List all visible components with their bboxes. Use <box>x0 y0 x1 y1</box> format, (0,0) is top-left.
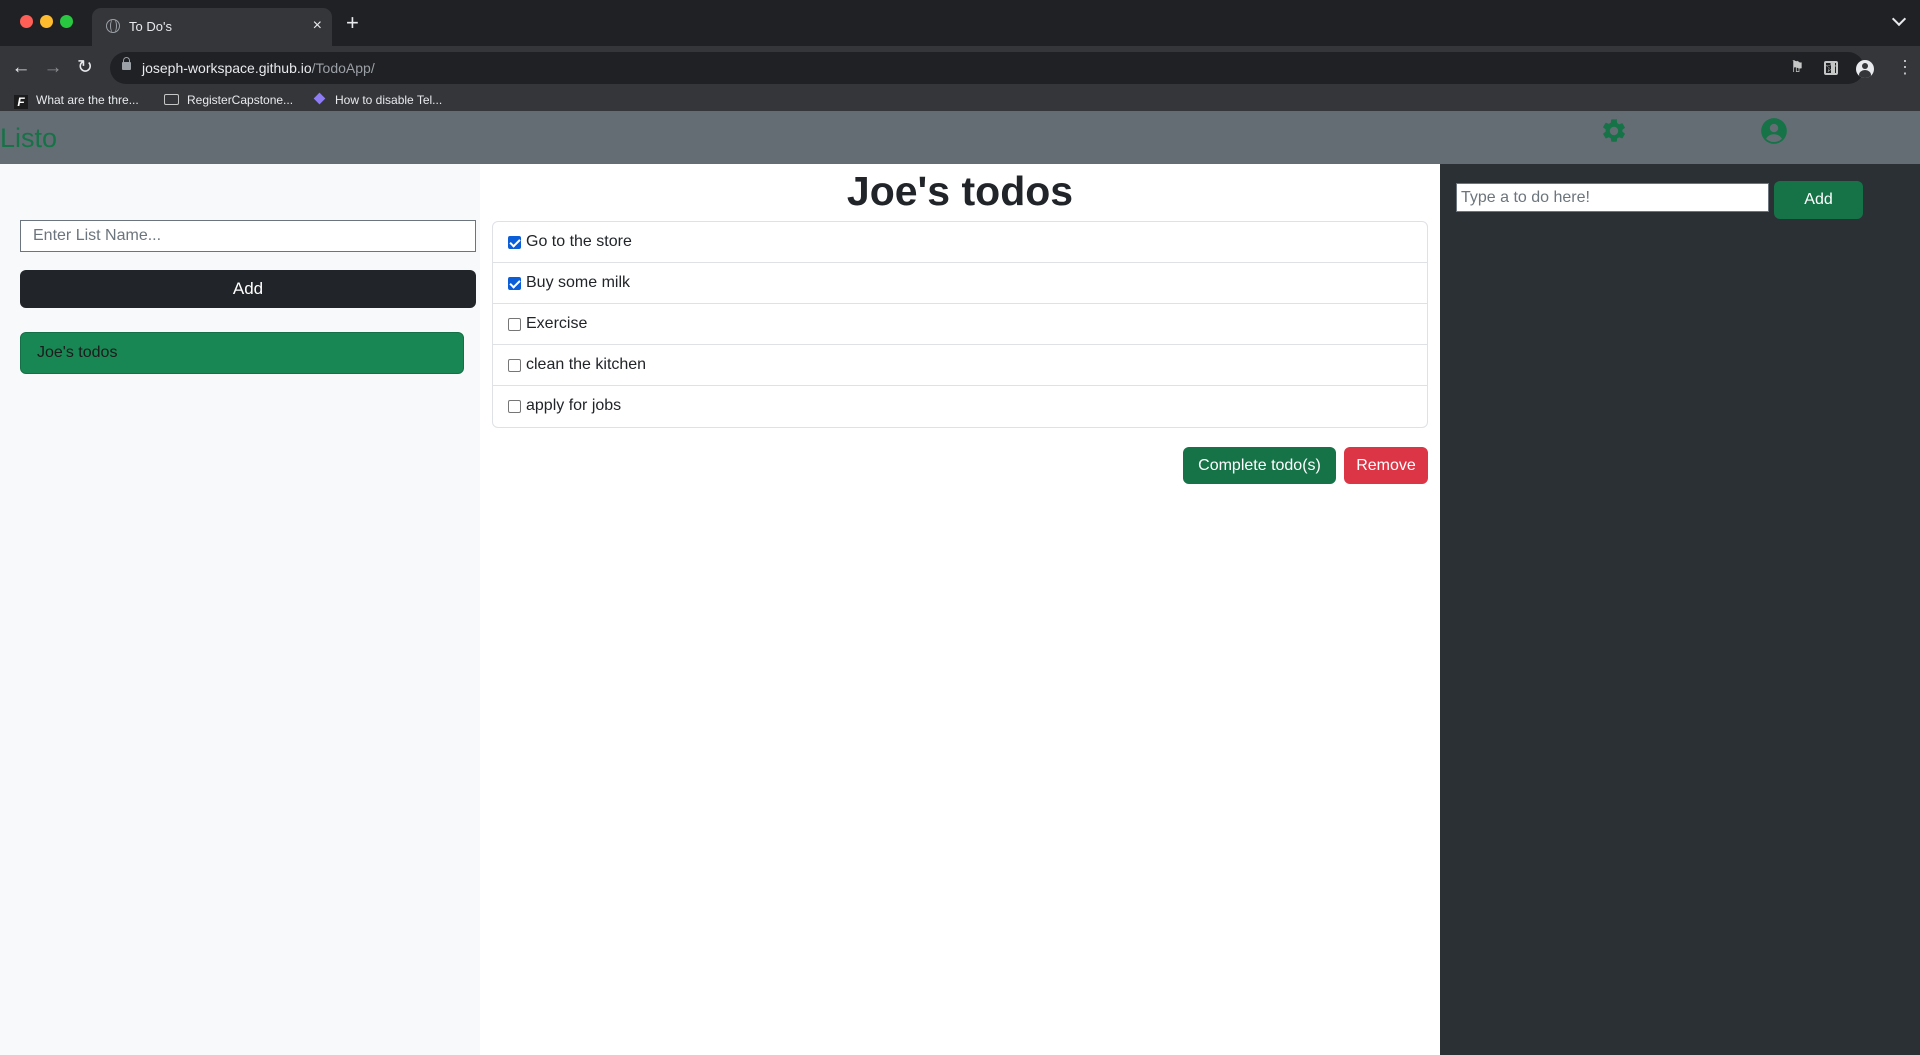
todo-item: Buy some milk <box>493 263 1427 304</box>
todo-main: Joe's todos Go to the store Buy some mil… <box>480 164 1440 1055</box>
folder-icon <box>164 94 179 105</box>
todo-checkbox[interactable] <box>508 318 521 331</box>
address-bar[interactable]: joseph-workspace.github.io/TodoApp/ ⇧ ☆ <box>110 52 1864 84</box>
tab-title: To Do's <box>129 19 172 34</box>
forward-arrow-icon[interactable]: → <box>41 56 65 80</box>
todo-checkbox[interactable] <box>508 277 521 290</box>
web-page: Listo Add Joe's todos Joe's todos Go to … <box>0 111 1920 1055</box>
add-todo-panel: Add <box>1440 164 1920 1055</box>
url-host: joseph-workspace.github.io <box>142 60 312 76</box>
globe-icon <box>106 18 120 33</box>
lists-sidebar: Add Joe's todos <box>0 164 480 1055</box>
bookmark-item[interactable]: RegisterCapstone... <box>164 90 293 111</box>
close-window-button[interactable] <box>20 15 33 28</box>
profile-icon[interactable] <box>1856 60 1874 78</box>
new-tab-icon[interactable]: + <box>346 11 359 35</box>
url-text[interactable]: joseph-workspace.github.io/TodoApp/ <box>142 60 375 76</box>
extensions-puzzle-icon[interactable]: ⚑ <box>1790 58 1804 78</box>
list-item-joes-todos[interactable]: Joe's todos <box>20 332 464 374</box>
gear-icon[interactable] <box>1600 117 1628 145</box>
f-favicon-icon: F <box>14 95 28 109</box>
todo-item: clean the kitchen <box>493 345 1427 386</box>
todo-checkbox[interactable] <box>508 236 521 249</box>
bookmarks-bar: F What are the thre... RegisterCapstone..… <box>0 90 1920 111</box>
remove-button[interactable]: Remove <box>1344 447 1428 484</box>
page-title: Joe's todos <box>846 168 1074 214</box>
browser-tab[interactable]: To Do's × <box>92 8 332 46</box>
bookmark-label: What are the thre... <box>36 93 139 107</box>
browser-toolbar: ← → ↻ joseph-workspace.github.io/TodoApp… <box>0 46 1920 90</box>
add-todo-button[interactable]: Add <box>1774 181 1863 219</box>
todo-label: Go to the store <box>526 233 632 250</box>
list-name-input[interactable] <box>20 220 476 252</box>
side-panel-icon[interactable] <box>1824 61 1838 75</box>
back-arrow-icon[interactable]: ← <box>9 56 33 80</box>
todo-label: clean the kitchen <box>526 356 647 373</box>
app-navbar: Listo <box>0 111 1920 164</box>
gem-favicon-icon <box>313 92 326 105</box>
tab-search-chevron-icon[interactable] <box>1891 11 1907 27</box>
complete-todos-button[interactable]: Complete todo(s) <box>1183 447 1336 484</box>
todo-item: Go to the store <box>493 222 1427 263</box>
maximize-window-button[interactable] <box>60 15 73 28</box>
todo-label: apply for jobs <box>526 397 622 414</box>
todo-input[interactable] <box>1456 183 1769 212</box>
add-list-button[interactable]: Add <box>20 270 476 308</box>
lock-icon <box>122 57 131 70</box>
todo-list: Go to the store Buy some milk Exercise c… <box>492 221 1428 428</box>
todo-checkbox[interactable] <box>508 400 521 413</box>
brand-logo[interactable]: Listo <box>0 123 57 154</box>
browser-tab-bar: To Do's × + <box>0 0 1920 46</box>
bookmark-item[interactable]: How to disable Tel... <box>313 90 443 111</box>
todo-checkbox[interactable] <box>508 359 521 372</box>
url-path: /TodoApp/ <box>311 60 375 76</box>
bookmark-label: How to disable Tel... <box>335 93 443 107</box>
tab-close-icon[interactable]: × <box>313 16 322 36</box>
todo-item: Exercise <box>493 304 1427 345</box>
bookmark-item[interactable]: F What are the thre... <box>14 90 139 111</box>
user-circle-icon[interactable] <box>1760 117 1788 145</box>
minimize-window-button[interactable] <box>40 15 53 28</box>
bookmark-label: RegisterCapstone... <box>187 93 294 107</box>
todo-label: Exercise <box>526 315 588 332</box>
reload-icon[interactable]: ↻ <box>73 56 97 80</box>
todo-label: Buy some milk <box>526 274 631 291</box>
kebab-menu-icon[interactable]: ⋮ <box>1896 57 1914 77</box>
todo-item: apply for jobs <box>493 386 1427 427</box>
